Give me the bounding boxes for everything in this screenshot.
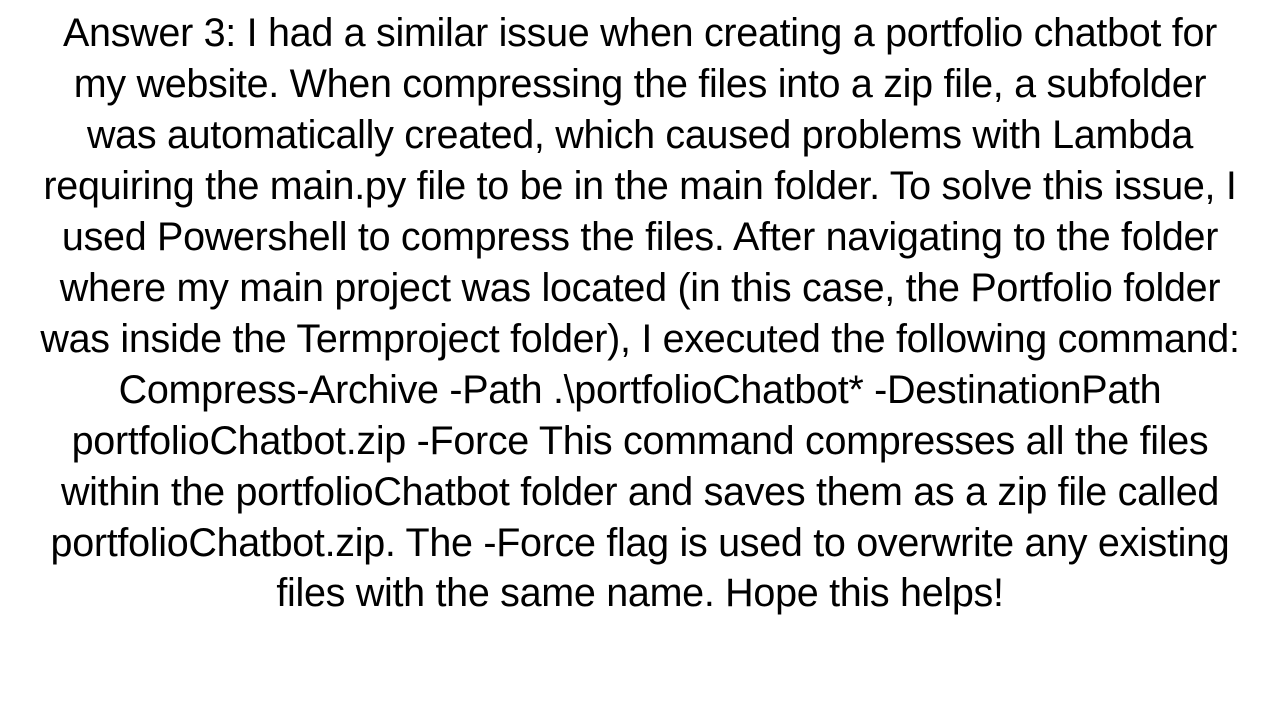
answer-text: Answer 3: I had a similar issue when cre… <box>40 8 1240 619</box>
answer-body: I had a similar issue when creating a po… <box>40 11 1239 615</box>
answer-label: Answer 3: <box>63 11 236 55</box>
answer-container: Answer 3: I had a similar issue when cre… <box>20 0 1260 619</box>
